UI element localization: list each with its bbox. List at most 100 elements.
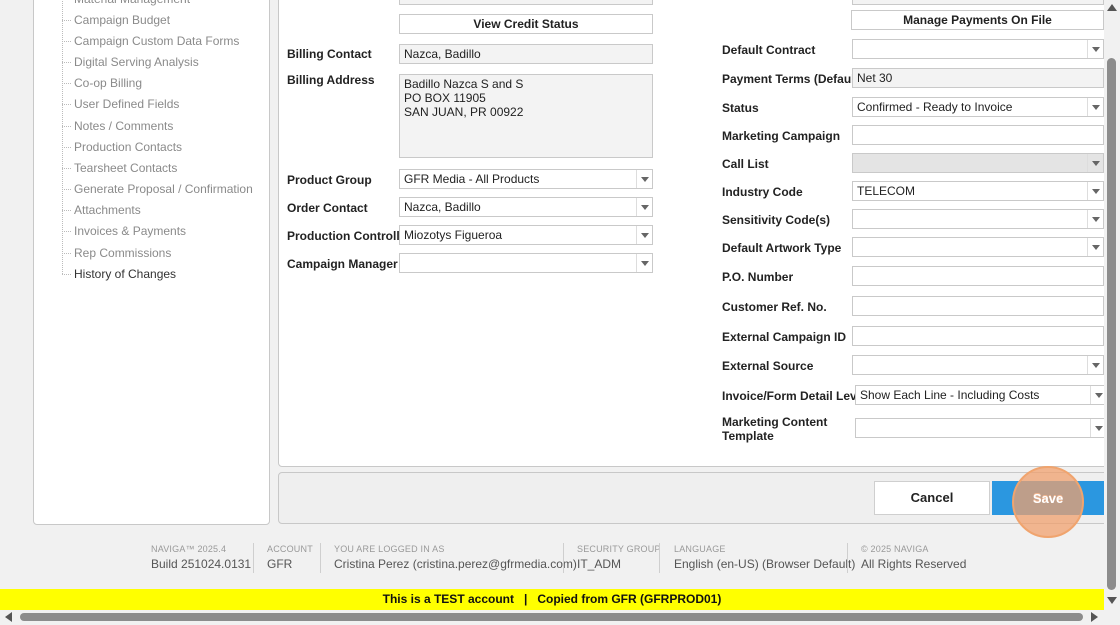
chevron-down-icon[interactable]: [1087, 154, 1103, 172]
industry-code-value: TELECOM: [857, 184, 916, 198]
chevron-down-icon[interactable]: [636, 226, 652, 244]
product-group-label: Product Group: [287, 173, 372, 187]
save-button-label[interactable]: Save: [1012, 491, 1084, 506]
horizontal-scrollbar-thumb[interactable]: [20, 613, 1083, 621]
default-artwork-select[interactable]: [852, 237, 1104, 257]
chevron-down-icon[interactable]: [1087, 182, 1103, 200]
billing-contact-label: Billing Contact: [287, 47, 372, 61]
status-select[interactable]: Confirmed - Ready to Invoice: [852, 97, 1104, 117]
chevron-down-icon[interactable]: [1087, 210, 1103, 228]
chevron-down-icon[interactable]: [1087, 238, 1103, 256]
nav-item-attachments[interactable]: Attachments: [62, 201, 141, 219]
scroll-down-arrow-icon[interactable]: [1107, 597, 1117, 604]
footer-account: ACCOUNT GFR: [267, 543, 313, 577]
footer-copyright: © 2025 NAVIGA All Rights Reserved: [861, 543, 966, 577]
nav-item-production-contacts[interactable]: Production Contacts: [61, 138, 182, 156]
invoice-detail-level-label: Invoice/Form Detail Level: [722, 389, 867, 403]
footer-security-caption: SECURITY GROUP: [577, 544, 661, 554]
footer-product: NAVIGA™ 2025.4 Build 251024.0131: [151, 543, 251, 577]
campaign-manager-select[interactable]: [399, 253, 653, 273]
scroll-right-arrow-icon[interactable]: [1091, 612, 1098, 622]
nav-item-user-defined-fields[interactable]: User Defined Fields: [61, 95, 179, 113]
default-contract-label: Default Contract: [722, 43, 816, 57]
billing-address-field[interactable]: Badillo Nazca S and S PO BOX 11905 SAN J…: [399, 74, 653, 158]
payment-terms-field[interactable]: Net 30: [852, 68, 1104, 88]
default-contract-select[interactable]: [852, 39, 1104, 59]
sensitivity-codes-select[interactable]: [852, 209, 1104, 229]
chevron-down-icon[interactable]: [636, 170, 652, 188]
status-label: Status: [722, 101, 759, 115]
po-number-field[interactable]: [852, 266, 1104, 286]
footer-login-caption: YOU ARE LOGGED IN AS: [334, 544, 445, 554]
footer-product-caption: NAVIGA™ 2025.4: [151, 544, 227, 554]
scroll-left-arrow-icon[interactable]: [5, 612, 12, 622]
marketing-campaign-field[interactable]: [852, 125, 1104, 145]
product-group-select[interactable]: GFR Media - All Products: [399, 169, 653, 189]
marketing-content-label-line2: Template: [722, 429, 774, 443]
call-list-label: Call List: [722, 157, 769, 171]
footer-language-caption: LANGUAGE: [674, 544, 726, 554]
nav-item-notes-comments[interactable]: Notes / Comments: [61, 117, 173, 135]
billing-contact-field[interactable]: Nazca, Badillo: [399, 44, 653, 64]
vertical-scrollbar-thumb[interactable]: [1107, 58, 1116, 590]
nav-item-digital-serving-analysis[interactable]: Digital Serving Analysis: [62, 53, 199, 71]
footer-divider: [253, 543, 254, 573]
cancel-button[interactable]: Cancel: [874, 481, 990, 515]
production-controller-label: Production Controller: [287, 229, 411, 243]
nav-item-co-op-billing[interactable]: Co-op Billing: [61, 74, 142, 92]
product-group-value: GFR Media - All Products: [404, 172, 540, 186]
footer-build: Build 251024.0131: [151, 557, 252, 571]
marketing-content-label: Marketing Content: [722, 415, 828, 429]
invoice-detail-level-value: Show Each Line - Including Costs: [860, 388, 1040, 402]
default-artwork-label: Default Artwork Type: [722, 241, 842, 255]
partial-field-top: [399, 0, 653, 5]
chevron-down-icon[interactable]: [1087, 356, 1103, 374]
nav-item-rep-commissions[interactable]: Rep Commissions: [61, 244, 171, 262]
marketing-campaign-label: Marketing Campaign: [722, 129, 841, 143]
nav-item-campaign-custom-data-forms[interactable]: Campaign Custom Data Forms: [61, 32, 239, 50]
nav-item-material-management[interactable]: Material Management: [74, 0, 190, 8]
partial-field-top-right: [852, 0, 1104, 5]
external-source-select[interactable]: [852, 355, 1104, 375]
nav-item-generate-proposal[interactable]: Generate Proposal / Confirmation: [62, 180, 253, 198]
sensitivity-codes-label: Sensitivity Code(s): [722, 213, 831, 227]
billing-address-label: Billing Address: [287, 73, 375, 87]
footer-divider: [563, 543, 564, 573]
marketing-content-template-select[interactable]: [855, 418, 1107, 438]
footer-account-caption: ACCOUNT: [267, 544, 313, 554]
scroll-up-arrow-icon[interactable]: [1107, 4, 1117, 11]
manage-payments-button[interactable]: Manage Payments On File: [851, 10, 1104, 30]
invoice-detail-level-select[interactable]: Show Each Line - Including Costs: [855, 385, 1107, 405]
industry-code-select[interactable]: TELECOM: [852, 181, 1104, 201]
campaign-manager-label: Campaign Manager: [287, 257, 398, 271]
nav-item-tearsheet-contacts[interactable]: Tearsheet Contacts: [61, 159, 177, 177]
external-campaign-id-field[interactable]: [852, 326, 1104, 346]
nav-item-campaign-budget[interactable]: Campaign Budget: [61, 11, 170, 29]
footer-account-value: GFR: [267, 557, 293, 571]
external-campaign-id-label: External Campaign ID: [722, 330, 847, 344]
order-contact-value: Nazca, Badillo: [404, 200, 481, 214]
view-credit-status-button[interactable]: View Credit Status: [399, 14, 653, 34]
footer-security-value: IT_ADM: [577, 557, 622, 571]
customer-ref-field[interactable]: [852, 296, 1104, 316]
status-value: Confirmed - Ready to Invoice: [857, 100, 1013, 114]
industry-code-label: Industry Code: [722, 185, 803, 199]
external-source-label: External Source: [722, 359, 814, 373]
navigation-panel: [33, 0, 270, 525]
chevron-down-icon[interactable]: [636, 198, 652, 216]
footer-divider: [659, 543, 660, 573]
order-contact-label: Order Contact: [287, 201, 368, 215]
footer-divider: [320, 543, 321, 573]
footer-language: LANGUAGE English (en-US) (Browser Defaul…: [674, 543, 855, 577]
chevron-down-icon[interactable]: [636, 254, 652, 272]
production-controller-select[interactable]: Miozotys Figueroa: [399, 225, 653, 245]
footer-copyright-value: All Rights Reserved: [861, 557, 967, 571]
chevron-down-icon[interactable]: [1087, 40, 1103, 58]
order-contact-select[interactable]: Nazca, Badillo: [399, 197, 653, 217]
nav-item-invoices-payments[interactable]: Invoices & Payments: [61, 222, 186, 240]
customer-ref-label: Customer Ref. No.: [722, 300, 827, 314]
test-account-banner: This is a TEST account | Copied from GFR…: [0, 589, 1104, 610]
chevron-down-icon[interactable]: [1087, 98, 1103, 116]
call-list-select[interactable]: [852, 153, 1104, 173]
nav-item-history-of-changes[interactable]: History of Changes: [61, 265, 176, 283]
